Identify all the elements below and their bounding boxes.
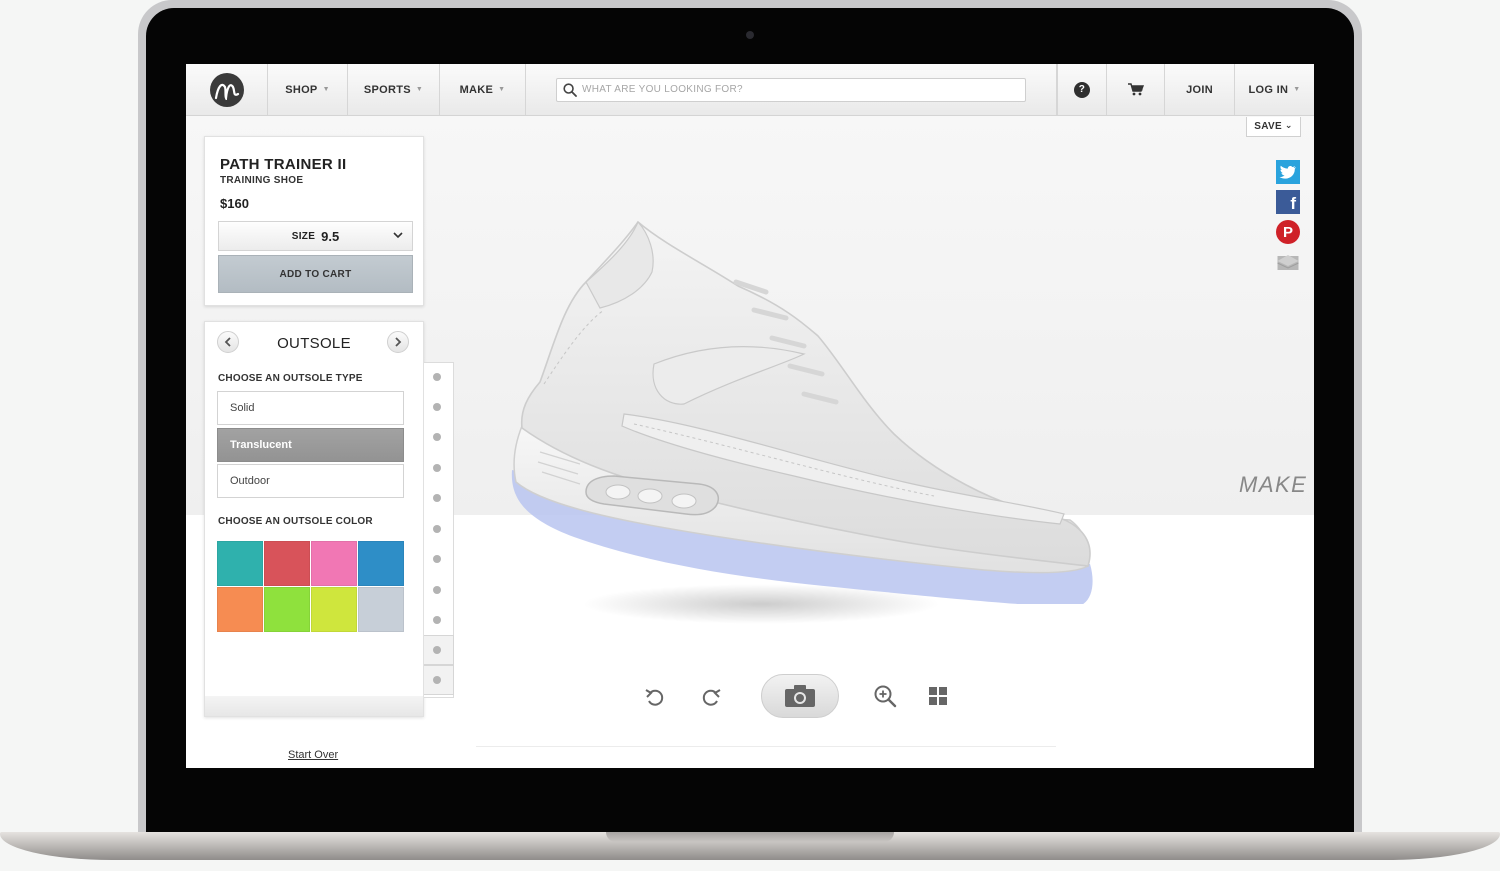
zoom-in-icon — [874, 685, 897, 708]
option-outdoor[interactable]: Outdoor — [217, 464, 404, 498]
product-card: PATH TRAINER II TRAINING SHOE $160 SIZE … — [204, 136, 424, 306]
logo-cell[interactable] — [186, 64, 268, 115]
login-menu[interactable]: LOG IN ▼ — [1235, 64, 1314, 115]
view-toolbar — [641, 674, 961, 718]
chevron-down-icon: ⌄ — [1284, 120, 1293, 130]
product-name: PATH TRAINER II — [220, 156, 347, 173]
step-dot — [433, 646, 441, 654]
step-dot[interactable] — [433, 555, 441, 563]
pinterest-icon[interactable]: P — [1276, 220, 1300, 244]
step-dot[interactable] — [433, 494, 441, 502]
next-step-button[interactable] — [387, 331, 409, 353]
join-link[interactable]: JOIN — [1165, 64, 1235, 115]
search-input[interactable] — [582, 84, 1025, 95]
color-swatch[interactable] — [217, 541, 263, 586]
step-dot[interactable] — [433, 433, 441, 441]
share-bar: f P — [1276, 160, 1301, 280]
start-over-link[interactable]: Start Over — [288, 749, 338, 761]
step-dot[interactable] — [433, 616, 441, 624]
step-dot — [433, 676, 441, 684]
save-label: SAVE — [1254, 121, 1282, 132]
envelope-glyph — [1277, 254, 1299, 270]
grid-icon — [929, 687, 947, 705]
undo-icon — [645, 689, 664, 706]
step-dot[interactable] — [433, 373, 441, 381]
search-box[interactable] — [556, 77, 1026, 102]
search-cell — [526, 64, 1057, 115]
option-translucent[interactable]: Translucent — [217, 428, 404, 462]
outsole-panel: OUTSOLE CHOOSE AN OUTSOLE TYPE Solid Tra… — [204, 321, 424, 717]
color-swatch[interactable] — [358, 587, 404, 632]
size-value: 9.5 — [321, 228, 340, 244]
nav-make[interactable]: MAKE ▼ — [440, 64, 526, 115]
nav-make-label: MAKE — [459, 83, 494, 96]
make-watermark: MAKE — [1239, 472, 1308, 497]
product-type: TRAINING SHOE — [220, 175, 304, 186]
email-icon[interactable] — [1276, 250, 1300, 274]
cart-button[interactable] — [1107, 64, 1165, 115]
brand-logo-mark — [214, 83, 239, 100]
help-button[interactable]: ? — [1057, 64, 1107, 115]
browser-screen: SHOP ▼ SPORTS ▼ MAKE ▼ ? — [186, 64, 1314, 768]
stage-floor-line — [476, 746, 1056, 747]
snapshot-button[interactable] — [761, 674, 839, 718]
brand-logo[interactable] — [209, 72, 244, 107]
shoe-preview[interactable] — [504, 214, 1094, 604]
redo-icon — [702, 689, 721, 706]
chevron-right-icon — [395, 337, 402, 347]
nav-shop[interactable]: SHOP ▼ — [268, 64, 348, 115]
step-dot[interactable] — [433, 403, 441, 411]
color-swatch[interactable] — [264, 541, 310, 586]
product-price: $160 — [220, 196, 249, 211]
redo-button[interactable] — [697, 685, 725, 709]
top-navigation: SHOP ▼ SPORTS ▼ MAKE ▼ ? — [186, 64, 1314, 116]
zoom-button[interactable] — [872, 683, 898, 709]
help-icon: ? — [1074, 81, 1090, 98]
grid-view-button[interactable] — [925, 683, 951, 709]
chevron-down-icon — [393, 232, 403, 239]
color-swatch[interactable] — [358, 541, 404, 586]
twitter-bird-glyph — [1279, 165, 1296, 179]
camera-icon — [785, 685, 815, 707]
undo-button[interactable] — [641, 685, 669, 709]
outsole-color-label: CHOOSE AN OUTSOLE COLOR — [218, 516, 373, 527]
step-dot[interactable] — [433, 586, 441, 594]
step-tab[interactable] — [424, 665, 454, 695]
webcam — [746, 31, 754, 39]
search-icon — [563, 82, 577, 97]
add-to-cart-button[interactable]: ADD TO CART — [218, 255, 413, 293]
step-tab[interactable] — [424, 635, 454, 665]
color-swatch-grid — [217, 541, 405, 632]
caret-down-icon: ▼ — [498, 86, 506, 93]
option-solid[interactable]: Solid — [217, 391, 404, 425]
nav-shop-label: SHOP — [285, 83, 318, 96]
laptop-base-notch — [606, 832, 894, 842]
color-swatch[interactable] — [311, 541, 357, 586]
outsole-type-label: CHOOSE AN OUTSOLE TYPE — [218, 373, 363, 384]
caret-down-icon: ▼ — [322, 86, 330, 93]
color-swatch[interactable] — [264, 587, 310, 632]
size-label: SIZE — [291, 230, 316, 242]
save-button[interactable]: SAVE ⌄ — [1246, 117, 1301, 137]
step-dot[interactable] — [433, 525, 441, 533]
size-select[interactable]: SIZE 9.5 — [218, 221, 413, 251]
nav-sports-label: SPORTS — [363, 83, 411, 96]
caret-down-icon: ▼ — [1293, 86, 1301, 93]
login-label: LOG IN — [1248, 83, 1289, 96]
step-dot[interactable] — [433, 464, 441, 472]
facebook-icon[interactable]: f — [1276, 190, 1300, 214]
color-swatch[interactable] — [311, 587, 357, 632]
color-swatch[interactable] — [217, 587, 263, 632]
cart-icon — [1127, 83, 1144, 96]
caret-down-icon: ▼ — [415, 86, 424, 93]
nav-sports[interactable]: SPORTS ▼ — [348, 64, 440, 115]
twitter-icon[interactable] — [1276, 160, 1300, 184]
